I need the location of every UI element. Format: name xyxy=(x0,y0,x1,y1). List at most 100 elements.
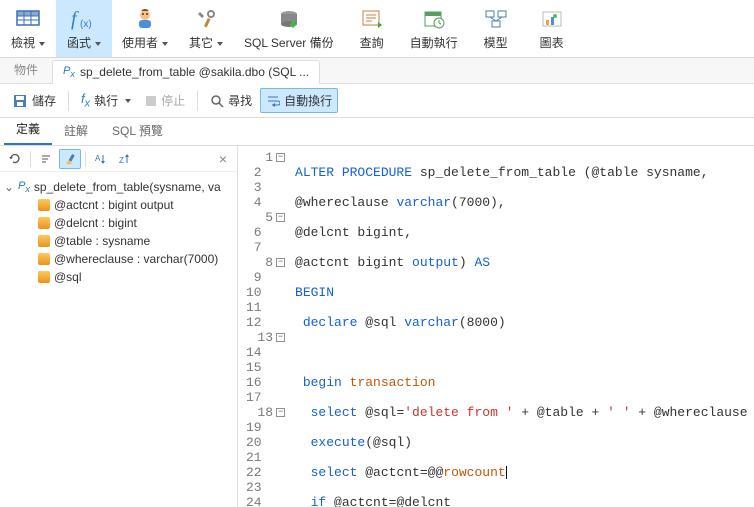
chevron-down-icon xyxy=(162,42,168,46)
tree-item-label: @sql xyxy=(54,270,82,284)
backup-icon xyxy=(277,6,301,32)
stop-label: 停止 xyxy=(161,92,185,109)
run-button[interactable]: fx 執行 xyxy=(75,87,137,114)
tree-item[interactable]: @whereclause : varchar(7000) xyxy=(4,250,233,268)
separator xyxy=(68,91,69,111)
ribbon-backup[interactable]: SQL Server 備份 xyxy=(234,0,344,57)
param-icon xyxy=(38,217,50,229)
fx-icon: fx xyxy=(81,91,90,110)
sort-desc-button[interactable]: Z xyxy=(114,149,136,169)
wrap-icon xyxy=(266,94,280,108)
table-icon xyxy=(15,6,41,32)
subtab-definition[interactable]: 定義 xyxy=(4,114,52,145)
highlight-button[interactable] xyxy=(59,149,81,169)
param-icon xyxy=(38,253,50,265)
fx-icon: f(x) xyxy=(69,6,99,32)
save-icon xyxy=(12,93,28,109)
ribbon-view[interactable]: 檢視 xyxy=(0,0,56,57)
separator xyxy=(85,151,86,167)
save-label: 儲存 xyxy=(32,92,56,109)
collapse-icon[interactable]: ⌄ xyxy=(4,180,14,194)
tree-item[interactable]: @delcnt : bigint xyxy=(4,214,233,232)
ribbon-toolbar: 檢視 f(x) 函式 使用者 其它 SQL Server 備份 查詢 自動執行 … xyxy=(0,0,754,58)
run-label: 執行 xyxy=(94,92,118,109)
tree-item[interactable]: @actcnt : bigint output xyxy=(4,196,233,214)
svg-text:(x): (x) xyxy=(80,19,92,30)
chevron-down-icon xyxy=(125,99,131,103)
sort-asc-button[interactable]: A xyxy=(90,149,112,169)
tree-root-label: sp_delete_from_table(sysname, va xyxy=(34,180,221,194)
main-area: A Z × ⌄ Px sp_delete_from_table(sysname,… xyxy=(0,146,754,507)
chevron-down-icon xyxy=(95,42,101,46)
ribbon-backup-label: SQL Server 備份 xyxy=(244,34,334,51)
query-icon xyxy=(360,6,384,32)
chevron-down-icon xyxy=(39,42,45,46)
editor-subtabs: 定義 註解 SQL 預覽 xyxy=(0,118,754,146)
find-button[interactable]: 尋找 xyxy=(204,88,258,113)
tools-icon xyxy=(194,6,218,32)
tree-item[interactable]: @table : sysname xyxy=(4,232,233,250)
chart-icon xyxy=(540,6,564,32)
tree-item-label: @delcnt : bigint xyxy=(54,216,137,230)
ribbon-autorun-label: 自動執行 xyxy=(410,34,458,51)
subtab-comment[interactable]: 註解 xyxy=(52,116,100,145)
svg-text:f: f xyxy=(71,8,79,30)
fold-icon[interactable]: − xyxy=(276,333,285,342)
fx-icon: Px xyxy=(18,180,30,194)
ribbon-function-label: 函式 xyxy=(67,36,91,50)
subtab-preview[interactable]: SQL 預覽 xyxy=(100,116,175,145)
fx-icon: Px xyxy=(63,65,75,79)
svg-text:A: A xyxy=(95,154,101,163)
sort-asc-icon: A xyxy=(94,152,108,166)
separator xyxy=(197,91,198,111)
sort-toggle-button[interactable] xyxy=(35,149,57,169)
sort-desc-icon: Z xyxy=(118,152,132,166)
ribbon-function[interactable]: f(x) 函式 xyxy=(56,0,112,57)
code-content[interactable]: ALTER PROCEDURE sp_delete_from_table (@t… xyxy=(289,146,754,507)
tree-root[interactable]: ⌄ Px sp_delete_from_table(sysname, va xyxy=(4,178,233,196)
fold-icon[interactable]: − xyxy=(276,153,285,162)
fold-icon[interactable]: − xyxy=(276,213,285,222)
wrap-label: 自動換行 xyxy=(284,92,332,109)
ribbon-user[interactable]: 使用者 xyxy=(112,0,178,57)
chevron-down-icon xyxy=(217,42,223,46)
marker-icon xyxy=(63,152,77,166)
line-gutter: 1 − 2 3 4 5 − 6 7 8 − 9 10 11 12 13 − 14… xyxy=(238,146,289,507)
sort-icon xyxy=(39,152,53,166)
ribbon-user-label: 使用者 xyxy=(122,36,158,50)
param-icon xyxy=(38,235,50,247)
ribbon-model[interactable]: 模型 xyxy=(468,0,524,57)
ribbon-chart-label: 圖表 xyxy=(540,34,564,51)
outline-toolbar: A Z × xyxy=(0,146,237,172)
tab-objects[interactable]: 物件 xyxy=(0,56,52,83)
ribbon-model-label: 模型 xyxy=(484,34,508,51)
save-button[interactable]: 儲存 xyxy=(6,88,62,113)
editor-toolbar: 儲存 fx 執行 停止 尋找 自動換行 xyxy=(0,84,754,118)
ribbon-autorun[interactable]: 自動執行 xyxy=(400,0,468,57)
fold-icon[interactable]: − xyxy=(276,408,285,417)
ribbon-other-label: 其它 xyxy=(189,36,213,50)
model-icon xyxy=(484,6,508,32)
outline-tree: ⌄ Px sp_delete_from_table(sysname, va @a… xyxy=(0,172,237,292)
ribbon-other[interactable]: 其它 xyxy=(178,0,234,57)
close-panel-button[interactable]: × xyxy=(213,151,233,167)
ribbon-chart[interactable]: 圖表 xyxy=(524,0,580,57)
search-icon xyxy=(210,94,224,108)
refresh-icon xyxy=(8,152,22,166)
ribbon-query[interactable]: 查詢 xyxy=(344,0,400,57)
wrap-button[interactable]: 自動換行 xyxy=(260,88,338,113)
find-label: 尋找 xyxy=(228,92,252,109)
refresh-button[interactable] xyxy=(4,149,26,169)
stop-button[interactable]: 停止 xyxy=(139,88,191,113)
document-tabbar: 物件 Px sp_delete_from_table @sakila.dbo (… xyxy=(0,58,754,84)
code-editor[interactable]: 1 − 2 3 4 5 − 6 7 8 − 9 10 11 12 13 − 14… xyxy=(238,146,754,507)
schedule-icon xyxy=(422,6,446,32)
tree-item[interactable]: @sql xyxy=(4,268,233,286)
fold-icon[interactable]: − xyxy=(276,258,285,267)
tree-item-label: @actcnt : bigint output xyxy=(54,198,174,212)
separator xyxy=(30,151,31,167)
param-icon xyxy=(38,271,50,283)
tab-procedure[interactable]: Px sp_delete_from_table @sakila.dbo (SQL… xyxy=(52,60,320,84)
tab-procedure-label: sp_delete_from_table @sakila.dbo (SQL ..… xyxy=(80,65,309,79)
ribbon-view-label: 檢視 xyxy=(11,36,35,50)
